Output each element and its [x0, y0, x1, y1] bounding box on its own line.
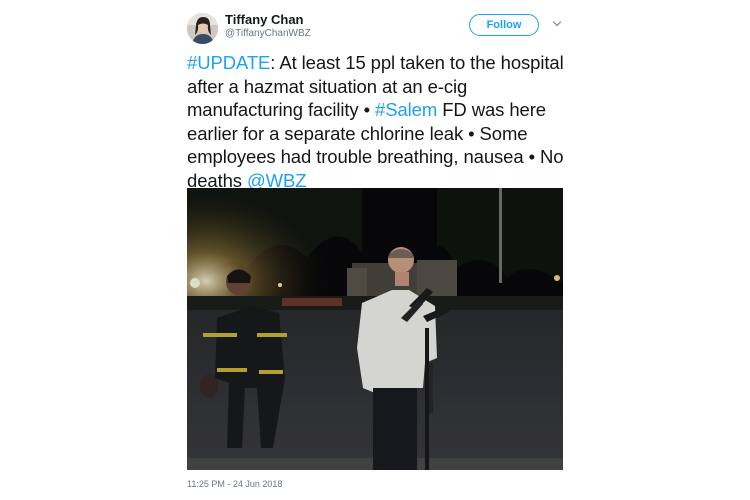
tweet-photo[interactable]	[187, 188, 563, 470]
author-display-name[interactable]: Tiffany Chan	[225, 12, 304, 27]
night-press-conference-photo	[187, 188, 563, 470]
tweet-timestamp[interactable]: 11:25 PM - 24 Jun 2018	[187, 479, 282, 489]
tweet-card: Tiffany Chan @TiffanyChanWBZ Follow #UPD…	[0, 0, 750, 500]
author-handle[interactable]: @TiffanyChanWBZ	[225, 28, 311, 39]
avatar-photo	[187, 13, 218, 44]
chevron-down-icon[interactable]	[551, 18, 563, 30]
hashtag-salem[interactable]: #Salem	[375, 99, 437, 120]
avatar[interactable]	[187, 13, 218, 44]
hashtag-update[interactable]: #UPDATE	[187, 52, 270, 73]
follow-button[interactable]: Follow	[469, 14, 539, 36]
tweet-text: #UPDATE: At least 15 ppl taken to the ho…	[187, 51, 567, 193]
